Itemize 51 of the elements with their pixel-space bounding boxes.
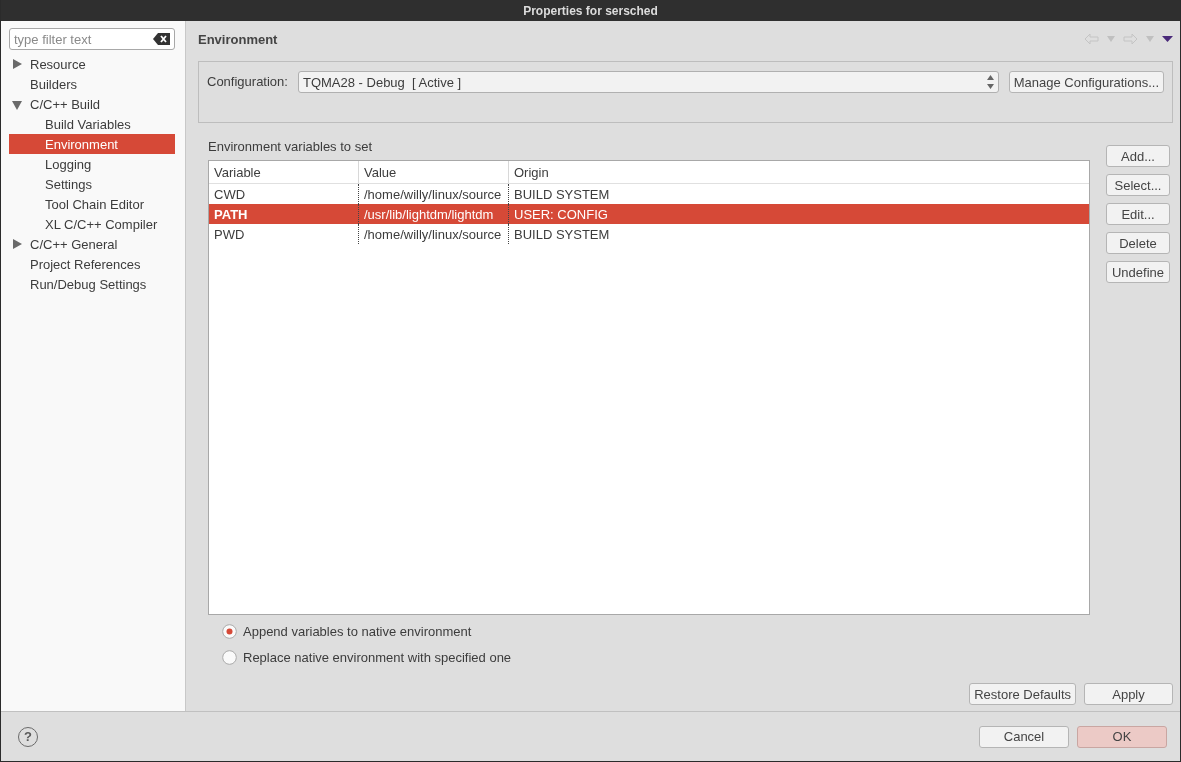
tree-item[interactable]: Build Variables xyxy=(45,116,131,132)
expanded-triangle-icon[interactable] xyxy=(12,98,23,110)
tree-item[interactable]: Tool Chain Editor xyxy=(45,196,144,212)
table-action-button[interactable]: Undefine xyxy=(1106,261,1170,283)
table-cell: /home/willy/linux/source xyxy=(364,186,502,202)
tree-item[interactable]: Project References xyxy=(30,256,141,272)
tree-item[interactable]: Builders xyxy=(30,76,77,92)
table-action-button[interactable]: Edit... xyxy=(1106,203,1170,225)
table-row[interactable]: PATH /usr/lib/lightdm/lightdm USER: CONFIG xyxy=(209,204,1089,224)
table-action-button[interactable]: Delete xyxy=(1106,232,1170,254)
radio-button[interactable] xyxy=(222,650,237,665)
table-row[interactable]: PWD /home/willy/linux/source BUILD SYSTEM xyxy=(209,224,1089,244)
tree-item[interactable]: Resource xyxy=(30,56,86,72)
tree-item[interactable]: Logging xyxy=(45,156,92,172)
table-cell: /usr/lib/lightdm/lightdm xyxy=(364,206,494,222)
clear-icon[interactable] xyxy=(153,33,170,45)
dialog-button[interactable]: Cancel xyxy=(979,725,1069,748)
page-action-button[interactable]: Restore Defaults xyxy=(969,683,1076,705)
configuration-label: Configuration: xyxy=(207,73,288,91)
table-cell: /home/willy/linux/source xyxy=(364,226,502,242)
column-header[interactable]: Origin xyxy=(509,161,1089,183)
filter-field[interactable]: type filter text xyxy=(9,28,175,50)
page-title: Environment xyxy=(198,31,278,47)
dialog-button[interactable]: OK xyxy=(1077,725,1167,748)
table-cell: CWD xyxy=(214,186,246,202)
column-header[interactable]: Value xyxy=(359,161,509,183)
table-action-button[interactable]: Select... xyxy=(1106,174,1170,196)
radio-label[interactable]: Replace native environment with specified one xyxy=(243,650,512,665)
tree-item[interactable]: C/C++ Build xyxy=(30,96,101,112)
table-cell: BUILD SYSTEM xyxy=(514,226,610,242)
view-menu-icon[interactable] xyxy=(1162,36,1173,42)
table-cell: BUILD SYSTEM xyxy=(514,186,610,202)
manage-configurations-button[interactable]: Manage Configurations... xyxy=(1008,71,1164,93)
collapsed-triangle-icon[interactable] xyxy=(12,238,23,250)
tree-item[interactable]: C/C++ General xyxy=(30,236,118,252)
radio-label[interactable]: Append variables to native environment xyxy=(243,624,472,639)
table-cell: USER: CONFIG xyxy=(514,206,608,222)
collapsed-triangle-icon[interactable] xyxy=(12,58,23,70)
column-header[interactable]: Variable xyxy=(209,161,359,183)
tree-item[interactable]: Settings xyxy=(45,176,92,192)
table-action-button[interactable]: Add... xyxy=(1106,145,1170,167)
page-action-button[interactable]: Apply xyxy=(1084,683,1173,705)
table-caption: Environment variables to set xyxy=(208,139,374,154)
table-cell: PATH xyxy=(214,206,248,222)
spinner-arrows-icon[interactable] xyxy=(986,75,994,89)
configuration-dropdown[interactable]: TQMA28 - Debug [ Active ] xyxy=(297,71,999,93)
tree-item[interactable]: XL C/C++ Compiler xyxy=(45,216,158,232)
tree-item[interactable]: Run/Debug Settings xyxy=(30,276,147,292)
radio-button[interactable] xyxy=(222,624,237,639)
table-cell: PWD xyxy=(214,226,245,242)
window-title: Properties for sersched xyxy=(523,3,658,18)
